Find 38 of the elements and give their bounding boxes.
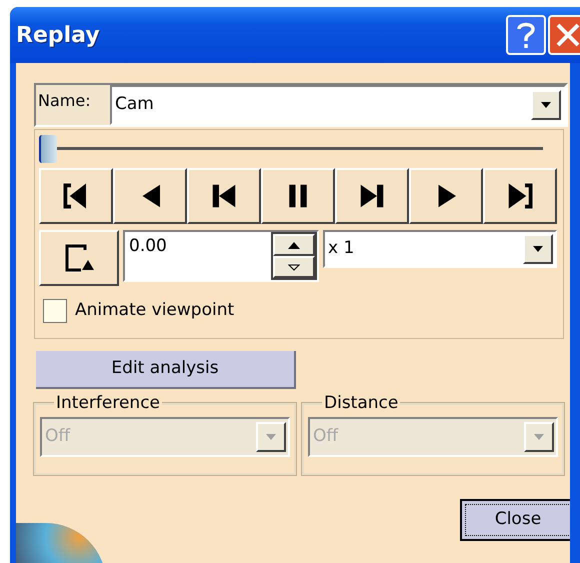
pause-button[interactable] <box>261 168 335 224</box>
help-button[interactable] <box>506 15 546 55</box>
dropdown-arrow-icon <box>266 434 276 440</box>
dropdown-value: Off <box>44 425 72 448</box>
dropdown-arrow-icon <box>533 246 543 252</box>
down-arrow-icon <box>288 264 300 270</box>
spin-up-button[interactable] <box>273 234 315 256</box>
step-forward-button[interactable] <box>335 168 409 224</box>
loop-button[interactable] <box>39 230 119 286</box>
close-icon <box>555 22 580 48</box>
up-arrow-icon <box>288 242 300 248</box>
close-button[interactable]: Close <box>460 499 570 541</box>
speed-dropdown[interactable]: x 1 <box>323 230 557 268</box>
spin-down-button[interactable] <box>273 256 315 278</box>
window-title: Replay <box>16 22 101 50</box>
time-value: 0.00 <box>128 235 168 258</box>
name-label: Name: <box>37 90 92 112</box>
close-window-button[interactable] <box>548 15 580 55</box>
name-dropdown[interactable]: Cam <box>110 85 566 125</box>
question-mark-icon <box>516 21 536 49</box>
dropdown-button[interactable] <box>523 234 553 264</box>
time-spinner[interactable]: 0.00 <box>123 230 319 282</box>
dropdown-button[interactable] <box>531 90 561 120</box>
rewind-button[interactable] <box>113 168 187 224</box>
skip-to-end-button[interactable] <box>483 168 557 224</box>
dropdown-value: Off <box>312 425 340 448</box>
name-value: Cam <box>114 93 155 116</box>
animate-checkbox[interactable] <box>43 298 67 323</box>
slider-thumb[interactable] <box>39 135 57 163</box>
dropdown-arrow-icon <box>534 434 544 440</box>
skip-to-start-button[interactable] <box>39 168 113 224</box>
step-back-button[interactable] <box>187 168 261 224</box>
loop-icon <box>63 242 95 274</box>
play-button[interactable] <box>409 168 483 224</box>
edit-analysis-button[interactable]: Edit analysis <box>36 351 296 389</box>
speed-value: x 1 <box>327 237 356 260</box>
checkbox-label: Animate viewpoint <box>75 299 234 322</box>
dropdown-arrow-icon <box>541 102 551 108</box>
